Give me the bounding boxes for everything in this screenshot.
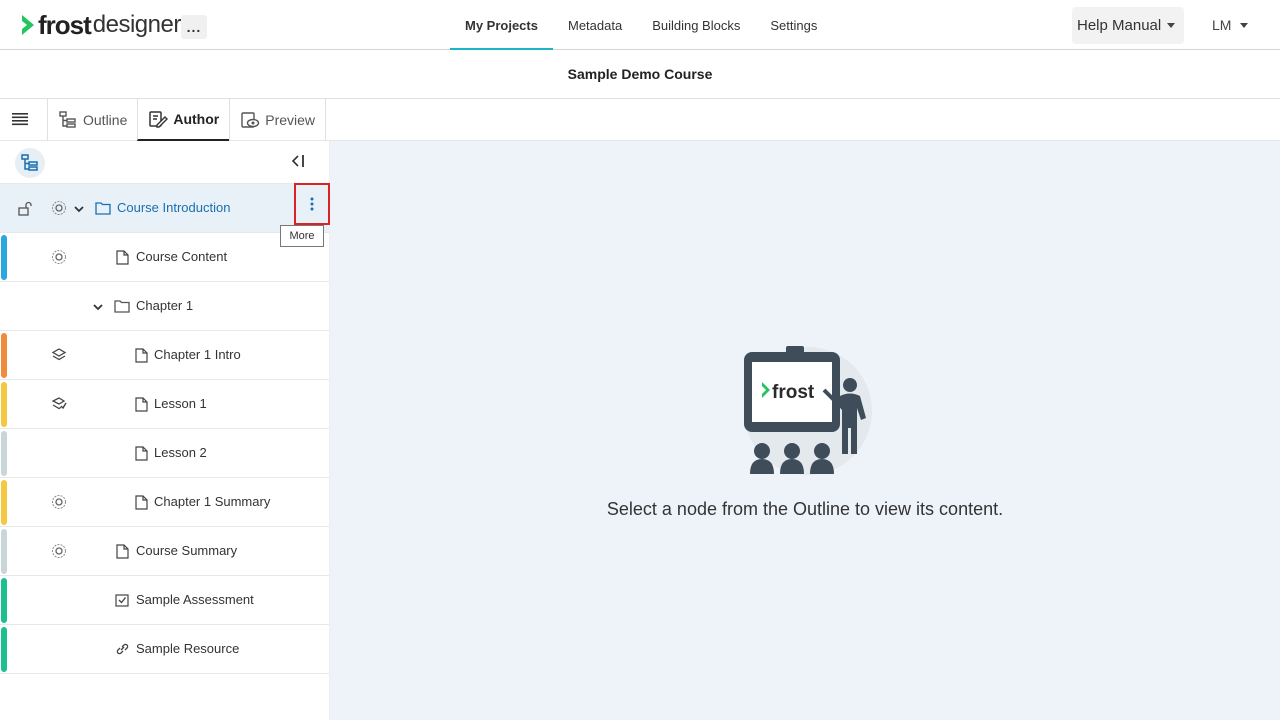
page-icon <box>135 397 148 412</box>
tree-item-label: Chapter 1 <box>136 298 194 313</box>
nav-my-projects[interactable]: My Projects <box>450 0 553 50</box>
status-color-strip <box>1 480 7 525</box>
sidebar-toolbar <box>0 141 329 184</box>
status-color-strip <box>1 431 7 476</box>
tab-author-label: Author <box>173 111 220 127</box>
preview-eye-icon <box>241 112 260 128</box>
tree-item-label: Sample Resource <box>136 641 240 656</box>
tree-item-label: Chapter 1 Intro <box>154 347 241 362</box>
outline-tree-icon <box>59 111 76 128</box>
status-color-strip <box>1 578 7 623</box>
page-icon <box>135 495 148 510</box>
tab-preview[interactable]: Preview <box>229 99 327 141</box>
main-nav: My Projects Metadata Building Blocks Set… <box>450 0 832 50</box>
tree-item-lesson-2[interactable]: Lesson 2 <box>0 429 329 478</box>
tree-item-label: Lesson 1 <box>154 396 207 411</box>
tree-item-label: Course Content <box>136 249 228 264</box>
page-icon <box>135 348 148 363</box>
outline-view-button[interactable] <box>15 148 45 178</box>
tab-author[interactable]: Author <box>137 99 230 141</box>
page-icon <box>116 250 129 265</box>
tree-item-label: Lesson 2 <box>154 445 207 460</box>
folder-icon <box>95 202 111 215</box>
settings-status-icon <box>52 544 66 558</box>
settings-status-icon <box>52 250 66 264</box>
app-more-button[interactable]: ... <box>181 15 207 39</box>
status-color-strip <box>1 382 7 427</box>
caret-down-icon <box>1240 22 1249 28</box>
more-tooltip: More <box>280 225 324 247</box>
chevron-down-icon[interactable] <box>92 301 104 313</box>
tree-item-label: Course Summary <box>136 543 238 558</box>
outline-tree-icon <box>21 154 38 171</box>
user-menu[interactable]: LM <box>1212 17 1249 33</box>
course-title-bar: Sample Demo Course <box>0 50 1280 99</box>
layers-icon <box>51 348 67 361</box>
top-navbar: frost designer ... My Projects Metadata … <box>0 0 1280 50</box>
tree-item-label: Course Introduction <box>117 200 231 215</box>
tree-item-chapter-1-summary[interactable]: Chapter 1 Summary <box>0 478 329 527</box>
view-tabbar: Outline Author Preview <box>0 99 1280 141</box>
tree-item-chapter-1[interactable]: Chapter 1 <box>0 282 329 331</box>
settings-status-icon <box>52 201 66 215</box>
help-manual-label: Help Manual <box>1077 17 1162 34</box>
nav-building-blocks[interactable]: Building Blocks <box>637 0 755 50</box>
nav-metadata[interactable]: Metadata <box>553 0 637 50</box>
tab-outline-label: Outline <box>83 112 128 128</box>
settings-status-icon <box>52 495 66 509</box>
page-icon <box>116 544 129 559</box>
link-icon <box>116 643 129 655</box>
tree-item-chapter-1-intro[interactable]: Chapter 1 Intro <box>0 331 329 380</box>
caret-down-icon <box>1167 23 1176 28</box>
assessment-checkbox-icon <box>115 594 129 607</box>
chevron-down-icon[interactable] <box>73 203 85 215</box>
frost-designer-logo[interactable]: frost designer <box>20 10 181 40</box>
view-tabs: Outline Author Preview <box>47 99 327 141</box>
status-color-strip <box>1 333 7 378</box>
illustration-frost-text: frost <box>772 382 815 403</box>
more-options-button[interactable] <box>294 183 330 225</box>
layers-check-icon <box>51 397 67 410</box>
logo-designer-text: designer <box>92 11 182 38</box>
page-icon <box>135 446 148 461</box>
tree-item-sample-resource[interactable]: Sample Resource <box>0 625 329 674</box>
tree-item-sample-assessment[interactable]: Sample Assessment <box>0 576 329 625</box>
collapse-sidebar-icon[interactable] <box>291 154 305 168</box>
folder-icon <box>114 300 130 313</box>
empty-state-message: Select a node from the Outline to view i… <box>606 499 1004 519</box>
tree-item-label: Sample Assessment <box>136 592 254 607</box>
tree-item-course-summary[interactable]: Course Summary <box>0 527 329 576</box>
unlock-icon[interactable] <box>17 201 33 217</box>
status-color-strip <box>1 627 7 672</box>
tree-item-lesson-1[interactable]: Lesson 1 <box>0 380 329 429</box>
hamburger-menu-icon[interactable] <box>12 112 28 126</box>
author-edit-icon <box>149 111 169 128</box>
presentation-illustration: frost <box>744 346 872 475</box>
course-title: Sample Demo Course <box>567 66 713 82</box>
status-color-strip <box>1 235 7 280</box>
help-manual-dropdown[interactable]: Help Manual <box>1072 7 1184 44</box>
user-initials: LM <box>1212 17 1232 33</box>
logo-frost-text: frost <box>38 9 92 40</box>
tab-outline[interactable]: Outline <box>47 99 137 141</box>
content-panel: frost Select a node from the Outline to … <box>330 141 1280 720</box>
nav-settings[interactable]: Settings <box>755 0 832 50</box>
frost-chevron-icon <box>22 15 34 35</box>
status-color-strip <box>1 529 7 574</box>
tab-preview-label: Preview <box>265 112 316 128</box>
tree-item-label: Chapter 1 Summary <box>154 494 271 509</box>
vertical-dots-icon <box>310 197 314 211</box>
